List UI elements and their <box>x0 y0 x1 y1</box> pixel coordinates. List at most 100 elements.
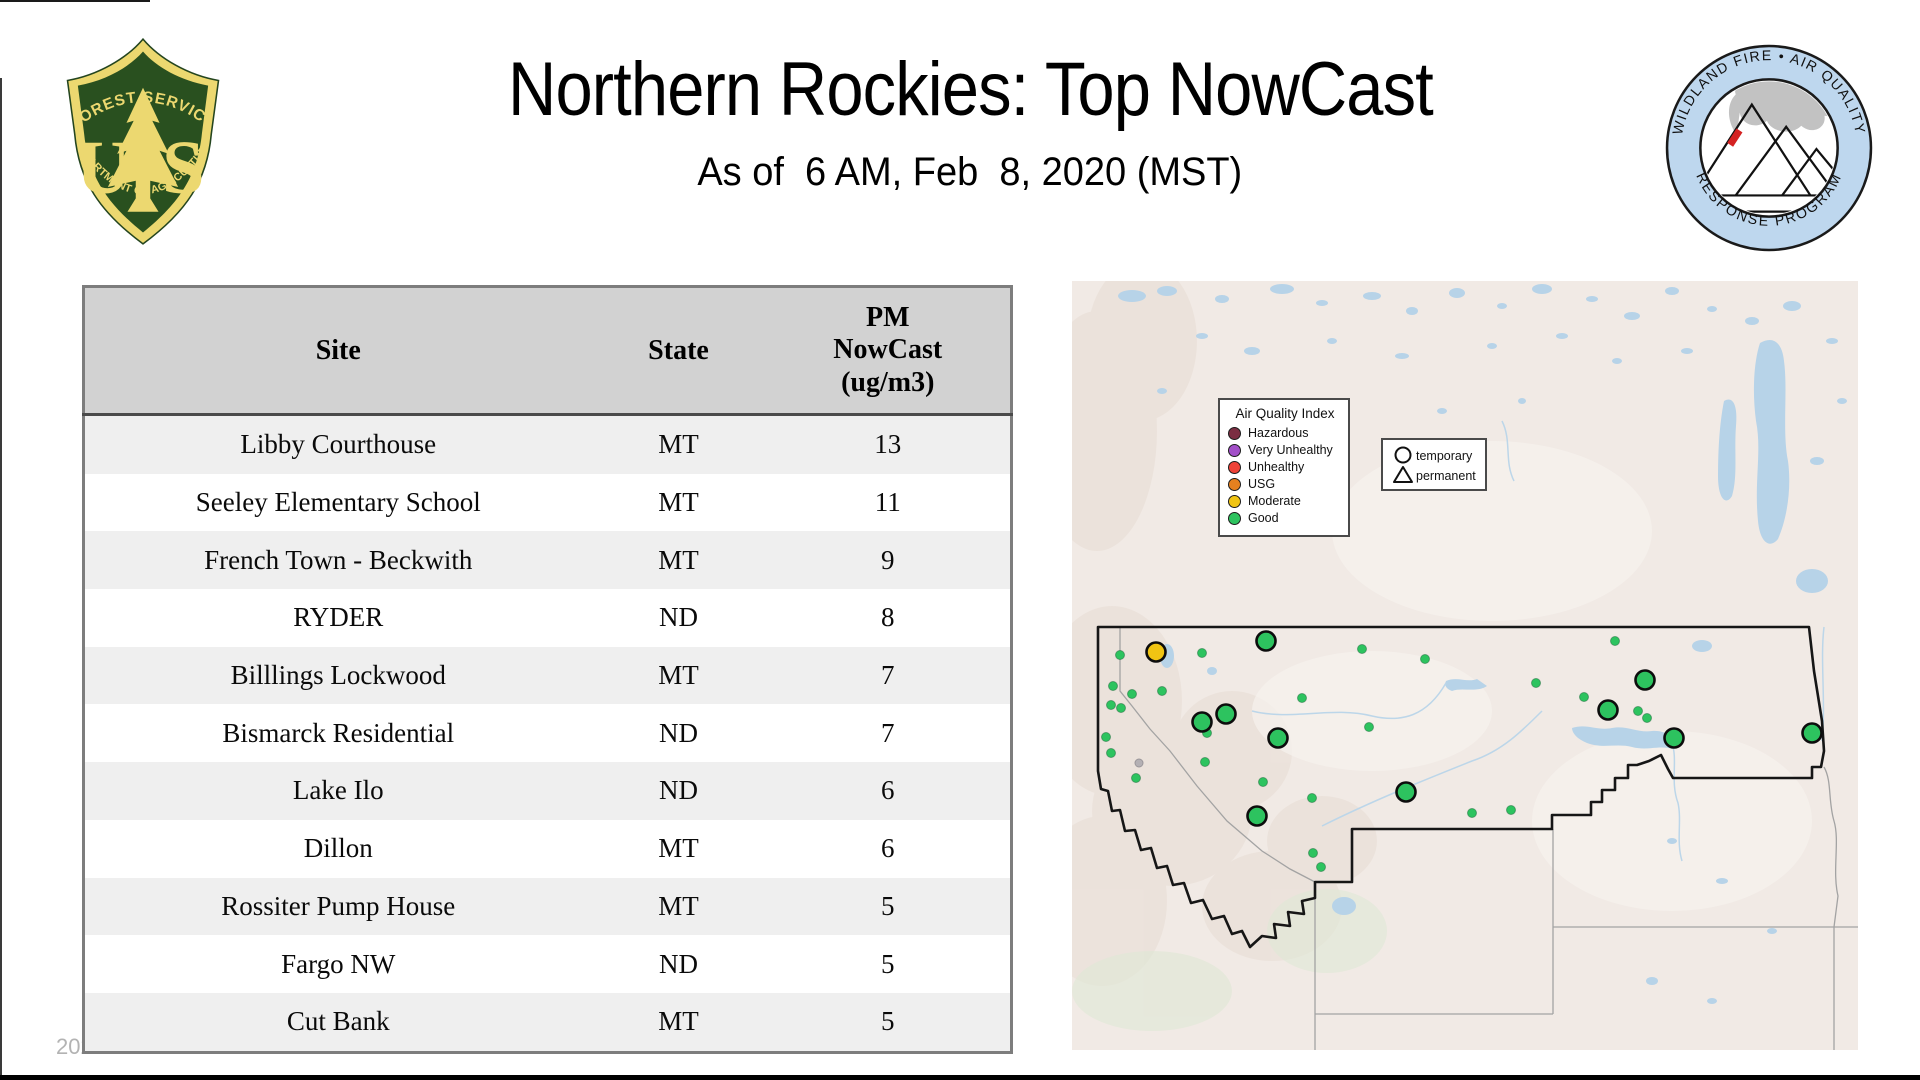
aqi-color-swatch <box>1228 427 1241 440</box>
screen-edge-bottom <box>0 1075 1920 1080</box>
monitor-dot-small <box>1421 655 1430 664</box>
site-cell: Cut Bank <box>84 993 592 1052</box>
temporary-monitor-icon <box>1396 448 1411 463</box>
monitor-dot-small <box>1116 651 1125 660</box>
site-cell: Rossiter Pump House <box>84 878 592 936</box>
aqi-legend: Air Quality Index Hazardous Very Unhealth… <box>1218 398 1350 537</box>
table-row: Billlings LockwoodMT7 <box>84 647 1012 705</box>
state-cell: MT <box>592 531 766 589</box>
aqi-legend-item: Moderate <box>1228 494 1342 508</box>
permanent-label: permanent <box>1416 469 1476 483</box>
state-cell: ND <box>592 762 766 820</box>
monitor-dot-small <box>1308 794 1317 803</box>
monitor-marker-large <box>1599 701 1618 720</box>
aqi-legend-items: Hazardous Very Unhealthy Unhealthy USG Moder… <box>1228 426 1342 525</box>
state-cell: MT <box>592 878 766 936</box>
usfs-shield-icon: FOREST SERVICE U S DEPARTMENT OF AGRICUL… <box>60 36 226 248</box>
site-cell: Fargo NW <box>84 935 592 993</box>
monitor-marker-large <box>1147 643 1166 662</box>
monitor-dot-small <box>1158 687 1167 696</box>
site-cell: Dillon <box>84 820 592 878</box>
nowcast-table-body: Libby CourthouseMT13Seeley Elementary Sc… <box>84 415 1012 1053</box>
table-row: Cut BankMT5 <box>84 993 1012 1052</box>
monitor-dot-small <box>1201 758 1210 767</box>
pm-value-cell: 5 <box>766 993 1012 1052</box>
monitor-dot-small <box>1102 733 1111 742</box>
table-row: Seeley Elementary SchoolMT11 <box>84 474 1012 532</box>
state-cell: ND <box>592 935 766 993</box>
table-row: Bismarck ResidentialND7 <box>84 704 1012 762</box>
state-cell: MT <box>592 993 766 1052</box>
monitor-dot-small <box>1643 714 1652 723</box>
permanent-monitor-icon <box>1394 467 1412 482</box>
monitor-type-legend: temporary permanent <box>1381 438 1487 491</box>
screen-edge-top <box>0 0 150 2</box>
site-cell: Seeley Elementary School <box>84 474 592 532</box>
state-cell: MT <box>592 820 766 878</box>
pm-value-cell: 7 <box>766 704 1012 762</box>
aqi-legend-title: Air Quality Index <box>1228 406 1342 421</box>
column-header-site: Site <box>84 287 592 415</box>
pm-value-cell: 6 <box>766 820 1012 878</box>
monitor-marker-large <box>1217 705 1236 724</box>
monitor-dot-small <box>1107 749 1116 758</box>
aqi-legend-label: Moderate <box>1248 494 1301 508</box>
monitor-dot-small <box>1198 649 1207 658</box>
aqi-legend-item: Unhealthy <box>1228 460 1342 474</box>
site-cell: RYDER <box>84 589 592 647</box>
column-header-pm: PM NowCast (ug/m3) <box>766 287 1012 415</box>
monitor-marker-large <box>1257 632 1276 651</box>
site-cell: Bismarck Residential <box>84 704 592 762</box>
table-row: RYDERND8 <box>84 589 1012 647</box>
monitor-dot-small <box>1128 690 1137 699</box>
page-subtitle: As of 6 AM, Feb 8, 2020 (MST) <box>698 150 1243 195</box>
monitor-dot-small <box>1532 679 1541 688</box>
monitor-dot-small <box>1132 774 1141 783</box>
monitor-type-legend-canvas: temporary permanent <box>1383 440 1485 489</box>
aqi-legend-item: Hazardous <box>1228 426 1342 440</box>
monitor-dot-small <box>1309 849 1318 858</box>
aqi-legend-label: Very Unhealthy <box>1248 443 1333 457</box>
aqi-legend-label: USG <box>1248 477 1275 491</box>
aqi-legend-label: Unhealthy <box>1248 460 1304 474</box>
aqi-color-swatch <box>1228 461 1241 474</box>
table-header-row: Site State PM NowCast (ug/m3) <box>84 287 1012 415</box>
monitor-dot-small <box>1468 809 1477 818</box>
monitor-marker-large <box>1193 713 1212 732</box>
monitor-marker-large <box>1248 807 1267 826</box>
state-cell: MT <box>592 474 766 532</box>
pm-value-cell: 13 <box>766 415 1012 474</box>
aqi-legend-item: Very Unhealthy <box>1228 443 1342 457</box>
table-row: French Town - BeckwithMT9 <box>84 531 1012 589</box>
site-cell: Billlings Lockwood <box>84 647 592 705</box>
monitor-marker-large <box>1803 724 1822 743</box>
monitor-dot-small <box>1109 682 1118 691</box>
table-row: Rossiter Pump HouseMT5 <box>84 878 1012 936</box>
pm-value-cell: 11 <box>766 474 1012 532</box>
monitor-marker-large <box>1397 783 1416 802</box>
site-cell: Libby Courthouse <box>84 415 592 474</box>
aqi-legend-item: USG <box>1228 477 1342 491</box>
aqi-color-swatch <box>1228 444 1241 457</box>
page-title: Northern Rockies: Top NowCast <box>508 46 1433 133</box>
pm-value-cell: 5 <box>766 878 1012 936</box>
monitor-marker-large <box>1665 729 1684 748</box>
monitor-dot-small <box>1580 693 1589 702</box>
pm-value-cell: 5 <box>766 935 1012 993</box>
monitor-dot-small <box>1358 645 1367 654</box>
monitor-dot-small <box>1317 863 1326 872</box>
usfs-logo: FOREST SERVICE U S DEPARTMENT OF AGRICUL… <box>60 36 226 248</box>
monitor-dot-small <box>1259 778 1268 787</box>
monitor-dot-small <box>1107 701 1116 710</box>
table-row: Lake IloND6 <box>84 762 1012 820</box>
state-cell: MT <box>592 647 766 705</box>
aqi-legend-label: Hazardous <box>1248 426 1308 440</box>
nowcast-table: Site State PM NowCast (ug/m3) Libby Cour… <box>82 285 1013 1054</box>
aqi-legend-label: Good <box>1248 511 1279 525</box>
pm-value-cell: 7 <box>766 647 1012 705</box>
aqi-color-swatch <box>1228 495 1241 508</box>
wfaqrp-logo: WILDLAND FIRE • AIR QUALITY RESPONSE PRO… <box>1663 42 1875 254</box>
wfaqrp-circle-icon: WILDLAND FIRE • AIR QUALITY RESPONSE PRO… <box>1663 42 1875 254</box>
monitor-dot-small <box>1298 694 1307 703</box>
site-cell: Lake Ilo <box>84 762 592 820</box>
